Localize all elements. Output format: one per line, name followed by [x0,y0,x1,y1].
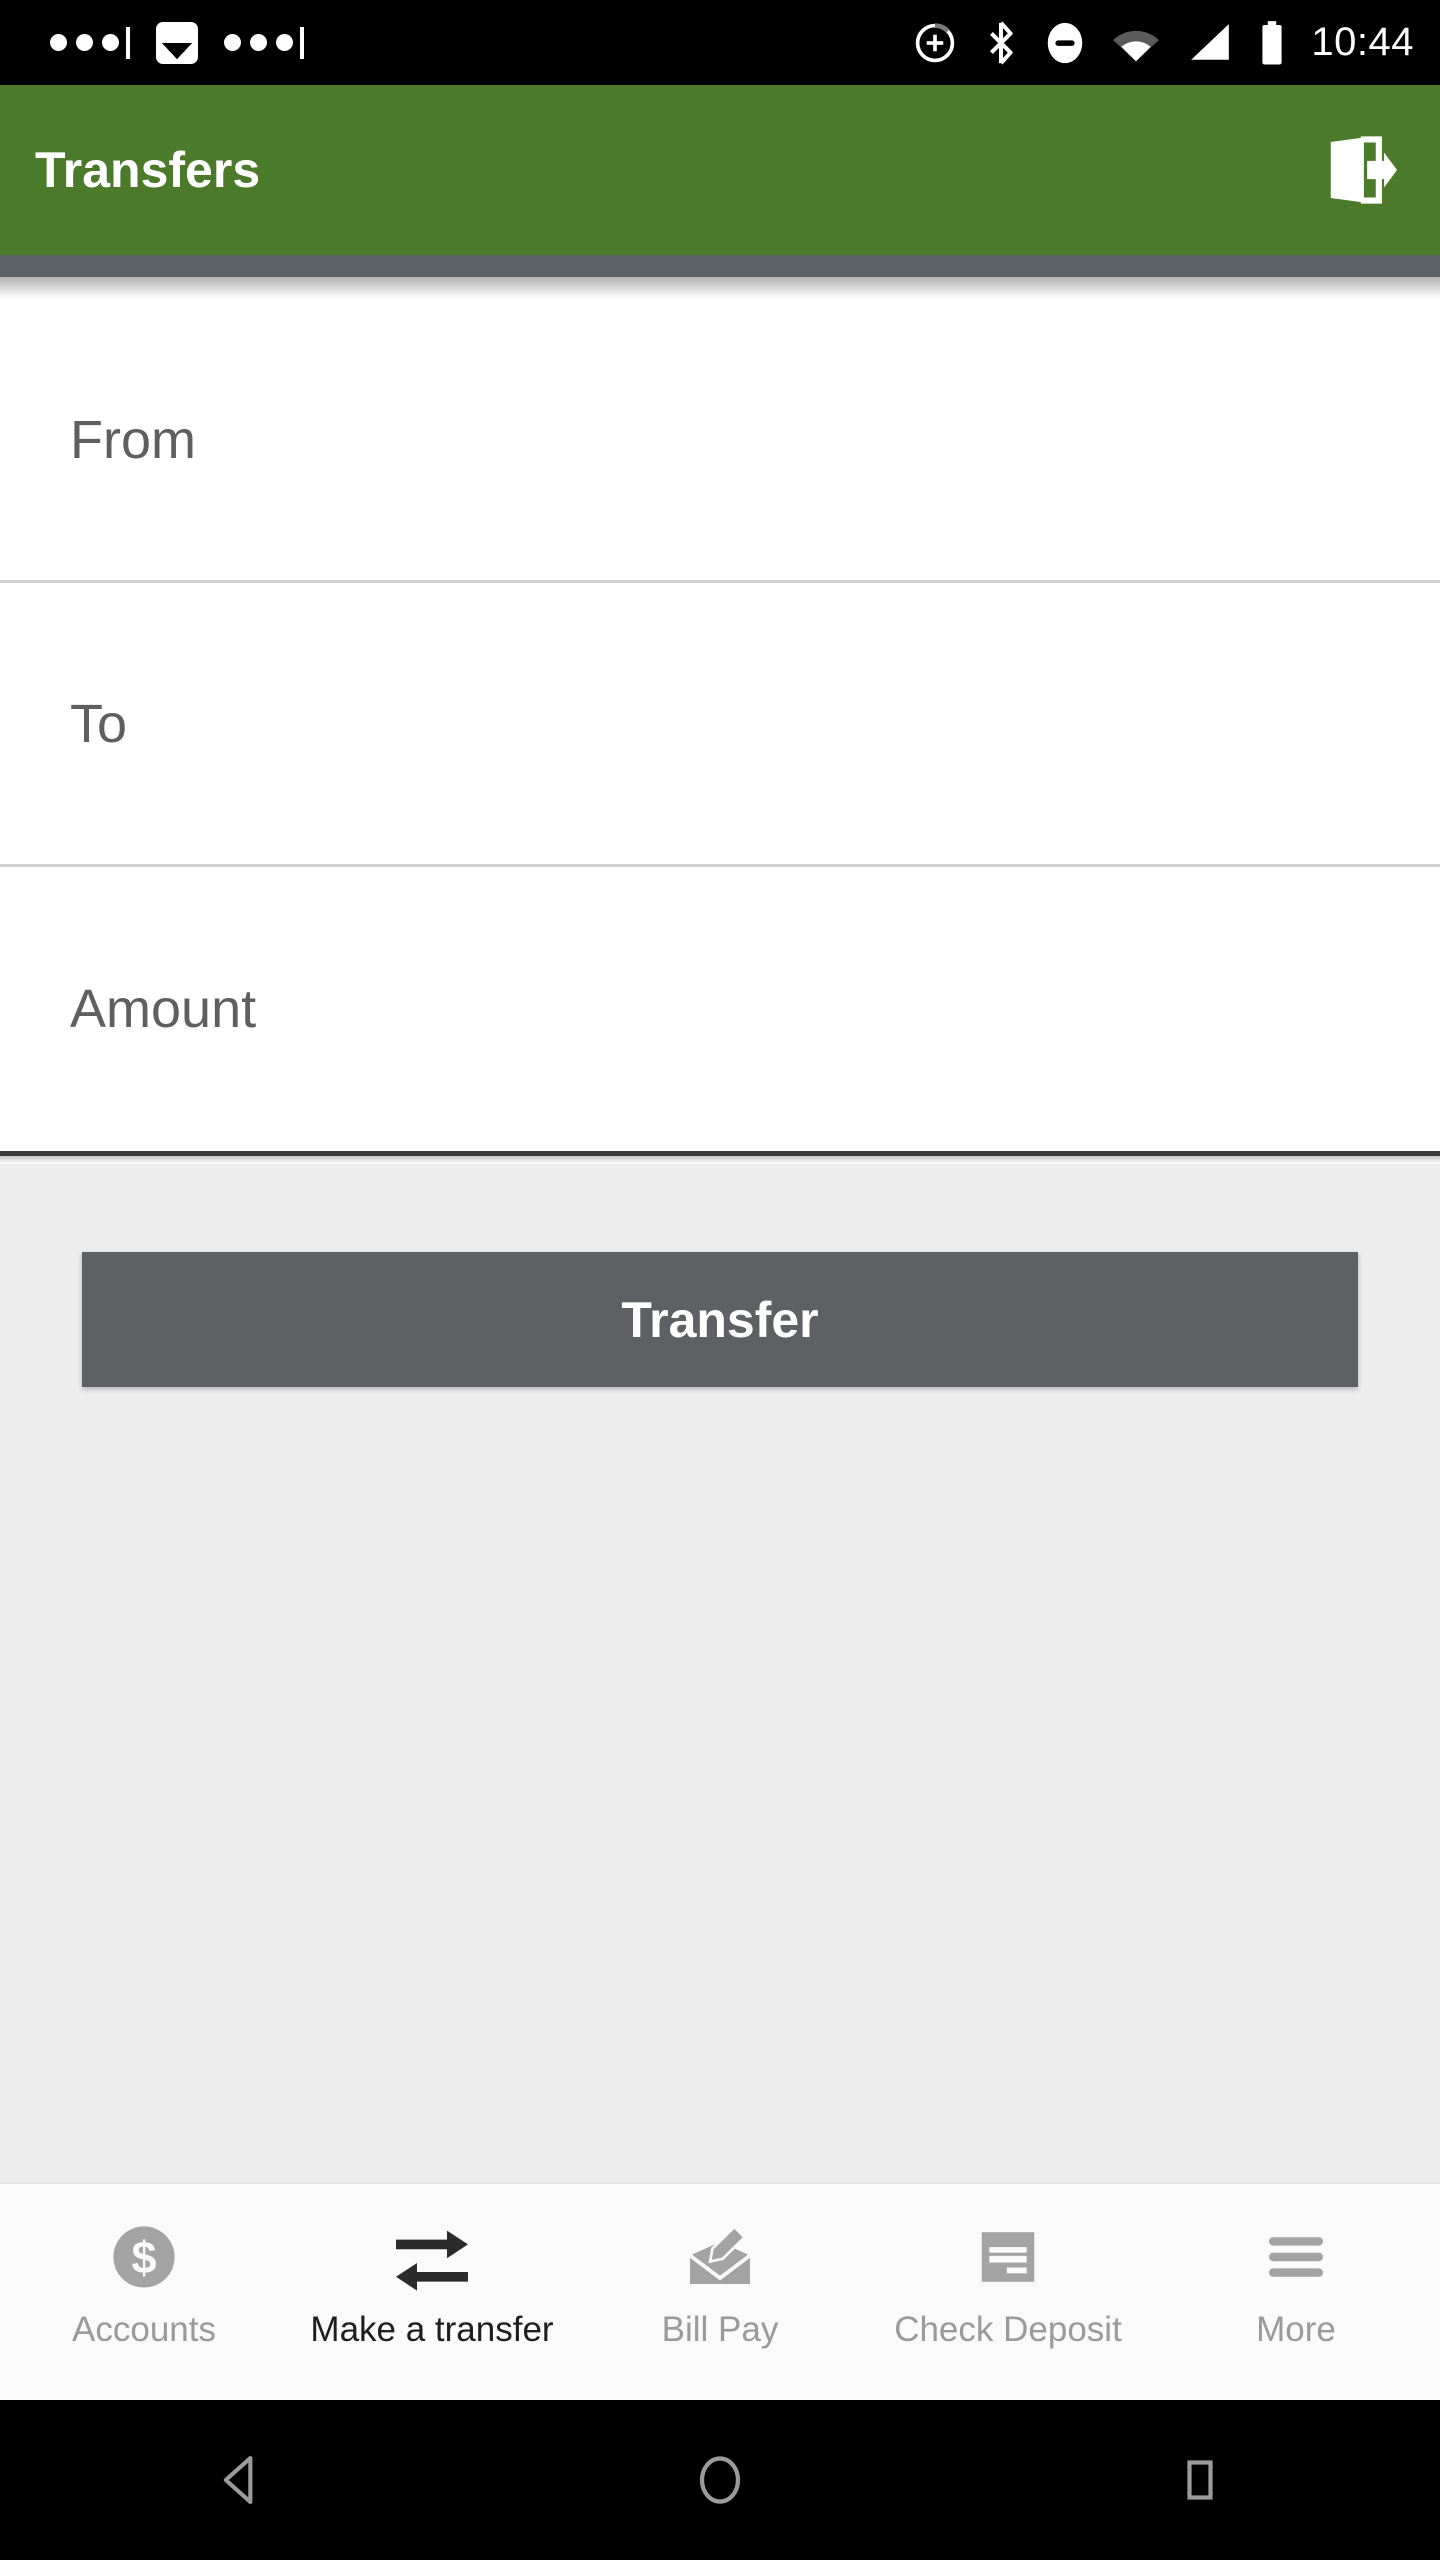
transfer-button[interactable]: Transfer [82,1252,1358,1387]
hamburger-menu-icon [1260,2218,1332,2296]
nav-item-make-a-transfer[interactable]: Make a transfer [288,2184,576,2350]
amount-field-label: Amount [70,979,257,1039]
wifi-icon [1113,30,1160,61]
battery-icon [1262,20,1282,64]
do-not-disturb-icon [1048,22,1083,63]
system-home-button[interactable] [660,2420,780,2540]
form-bottom-shadow [0,1156,1440,1164]
svg-text:$: $ [131,2232,156,2283]
image-icon [156,21,198,64]
nav-label-make-a-transfer: Make a transfer [310,2310,554,2349]
status-bar-right: 10:44 [913,20,1414,66]
transfer-button-wrapper: Transfer [0,1164,1440,1387]
notification-dots-icon [50,26,130,59]
app-bar: Transfers [0,85,1440,255]
nav-label-bill-pay: Bill Pay [661,2310,779,2349]
transfer-form: From To Amount [0,299,1440,1151]
notification-dots-icon [224,26,304,59]
page-title: Transfers [35,142,261,198]
from-field-label: From [70,409,196,470]
status-bar-left [50,21,304,64]
status-bar-clock: 10:44 [1311,20,1414,64]
to-field-label: To [70,693,128,754]
bottom-navigation: $ Accounts Make a transfer Bill Pay Chec… [0,2182,1440,2400]
app-bar-shadow [0,277,1440,299]
nav-label-check-deposit: Check Deposit [894,2310,1122,2349]
nav-label-accounts: Accounts [72,2310,216,2349]
bluetooth-icon [990,21,1013,64]
system-back-button[interactable] [180,2420,300,2540]
from-field[interactable]: From [0,299,1440,583]
back-triangle-icon [223,2455,253,2505]
recents-square-icon [1187,2460,1213,2500]
cellular-signal-icon [1191,23,1230,60]
check-document-icon [973,2218,1043,2296]
logout-button[interactable] [1314,124,1406,216]
status-bar: 10:44 [0,0,1440,85]
nav-item-bill-pay[interactable]: Bill Pay [576,2184,864,2350]
envelope-pen-icon [682,2218,758,2296]
app-bar-underline [0,255,1440,277]
nav-item-accounts[interactable]: $ Accounts [0,2184,288,2350]
system-recents-button[interactable] [1140,2420,1260,2540]
app-screen: 10:44 Transfers From To Amount Transfer [0,0,1440,2560]
to-field[interactable]: To [0,583,1440,867]
nav-item-check-deposit[interactable]: Check Deposit [864,2184,1152,2350]
content-area: Transfer [0,1164,1440,2182]
swap-arrows-icon [392,2218,472,2296]
system-navigation-bar [0,2400,1440,2560]
home-circle-icon [699,2456,741,2504]
nav-item-more[interactable]: More [1152,2184,1440,2350]
dollar-circle-icon: $ [108,2218,180,2296]
amount-field[interactable]: Amount [0,867,1440,1151]
nav-label-more: More [1256,2310,1336,2349]
logout-icon [1330,136,1398,204]
location-add-icon [916,22,955,62]
